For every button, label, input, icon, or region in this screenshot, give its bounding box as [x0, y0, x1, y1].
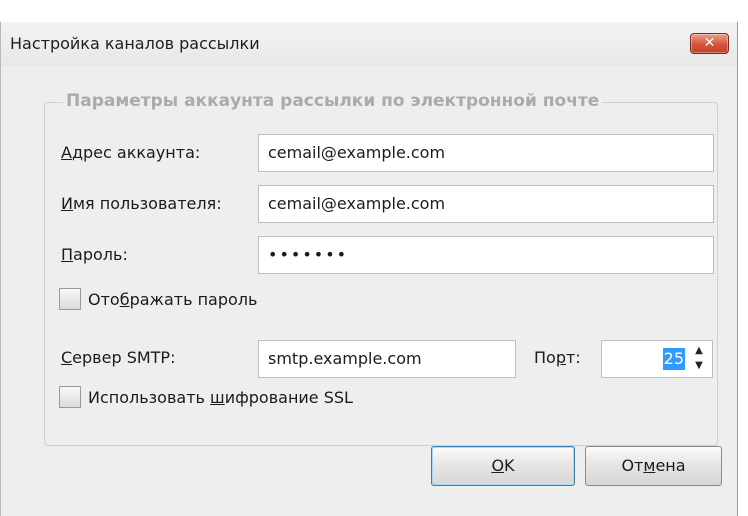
username-label-text: мя пользователя: — [72, 194, 222, 213]
port-label-rest: т: — [565, 348, 581, 367]
titlebar[interactable]: Настройка каналов рассылки ✕ — [1, 22, 737, 66]
group-legend: Параметры аккаунта рассылки по электронн… — [63, 91, 603, 111]
cancel-accel: м — [643, 456, 656, 475]
show-password-label-pre: Ото — [88, 290, 120, 309]
close-button[interactable]: ✕ — [690, 33, 729, 54]
spin-down-icon[interactable]: ▼ — [692, 359, 706, 373]
account-address-field[interactable]: cemail@example.com — [258, 134, 714, 172]
smtp-server-accel: С — [61, 348, 73, 367]
password-label: Пароль: — [61, 245, 128, 264]
use-ssl-label-rest: ифрование SSL — [224, 388, 353, 407]
ok-label-rest: K — [504, 456, 515, 475]
spin-up-icon[interactable]: ▲ — [692, 344, 706, 358]
ok-accel: О — [491, 456, 505, 475]
show-password-checkbox[interactable] — [59, 288, 81, 310]
ok-button[interactable]: ОK — [431, 446, 575, 486]
use-ssl-label[interactable]: Использовать шифрование SSL — [88, 388, 353, 407]
port-label: Порт: — [534, 348, 581, 367]
username-accel: И — [61, 194, 73, 213]
password-label-text: ароль: — [73, 245, 128, 264]
smtp-server-label-text: ервер SMTP: — [72, 348, 176, 367]
port-value[interactable]: 25 — [662, 348, 685, 370]
cancel-button[interactable]: Отмена — [585, 446, 722, 486]
account-address-accel: А — [61, 143, 72, 162]
cancel-label-pre: От — [621, 456, 644, 475]
close-icon: ✕ — [703, 35, 716, 51]
show-password-label[interactable]: Отображать пароль — [88, 290, 257, 309]
dialog-title: Настройка каналов рассылки — [10, 34, 260, 53]
account-address-label: Адрес аккаунта: — [61, 143, 200, 162]
port-stepper[interactable]: 25 ▲ ▼ — [601, 340, 713, 378]
port-label-pre: По — [534, 348, 556, 367]
smtp-server-field[interactable]: smtp.example.com — [258, 340, 516, 378]
use-ssl-checkbox[interactable] — [59, 386, 81, 408]
show-password-label-rest: ражать пароль — [129, 290, 258, 309]
use-ssl-accel: ш — [210, 388, 225, 407]
background-strip — [0, 0, 748, 22]
account-address-label-text: дрес аккаунта: — [71, 143, 201, 162]
smtp-server-label: Сервер SMTP: — [61, 348, 175, 367]
use-ssl-label-pre: Использовать — [88, 388, 211, 407]
username-label: Имя пользователя: — [61, 194, 222, 213]
settings-dialog: Настройка каналов рассылки ✕ Параметры а… — [0, 22, 738, 516]
show-password-accel: б — [119, 290, 130, 309]
username-field[interactable]: cemail@example.com — [258, 185, 714, 223]
cancel-label-rest: ена — [655, 456, 686, 475]
password-field[interactable]: ••••••• — [258, 236, 714, 274]
port-accel: р — [555, 348, 566, 367]
password-accel: П — [61, 245, 74, 264]
